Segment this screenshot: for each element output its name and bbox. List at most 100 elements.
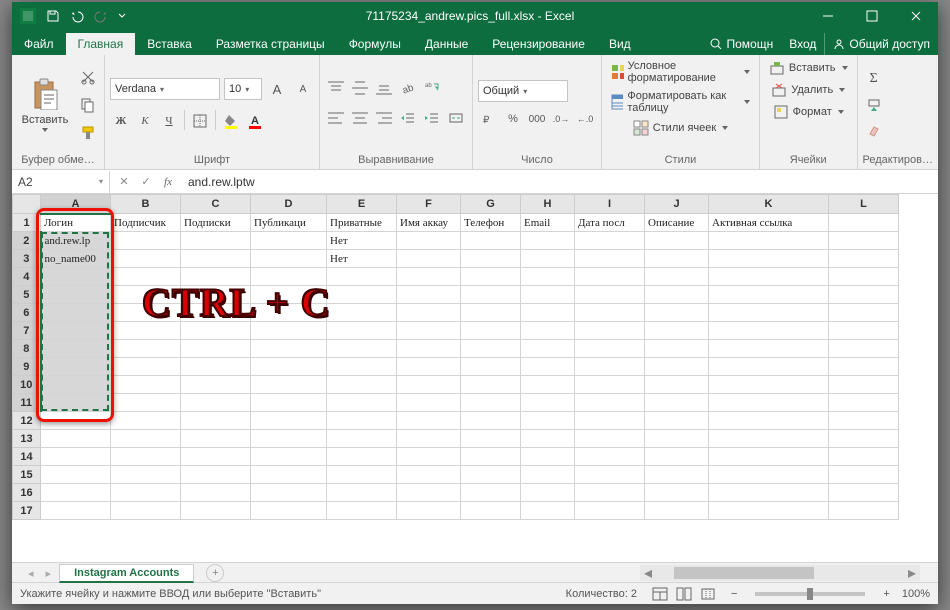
cell[interactable] bbox=[111, 502, 181, 520]
cell[interactable] bbox=[251, 448, 327, 466]
col-header-I[interactable]: I bbox=[575, 195, 645, 214]
cell[interactable] bbox=[397, 412, 461, 430]
cell[interactable] bbox=[327, 430, 397, 448]
cell[interactable] bbox=[521, 340, 575, 358]
minimize-button[interactable] bbox=[806, 2, 850, 30]
row-header-7[interactable]: 7 bbox=[13, 322, 41, 340]
sheet-nav-prev[interactable]: ◂ bbox=[24, 567, 38, 580]
cell[interactable]: Активная ссылка bbox=[709, 214, 829, 232]
cell[interactable] bbox=[327, 502, 397, 520]
cell[interactable] bbox=[575, 466, 645, 484]
cell[interactable] bbox=[645, 394, 709, 412]
cell[interactable]: Дата посл bbox=[575, 214, 645, 232]
cell[interactable] bbox=[829, 340, 899, 358]
cell[interactable] bbox=[461, 394, 521, 412]
cell[interactable] bbox=[111, 484, 181, 502]
col-header-E[interactable]: E bbox=[327, 195, 397, 214]
cell[interactable] bbox=[111, 286, 181, 304]
increase-decimal-icon[interactable]: .0→ bbox=[550, 108, 572, 130]
tell-me[interactable]: Помощн bbox=[702, 33, 781, 55]
cell[interactable] bbox=[521, 286, 575, 304]
cell[interactable]: Телефон bbox=[461, 214, 521, 232]
cell-styles-button[interactable]: Стили ячеек bbox=[629, 118, 732, 138]
percent-icon[interactable]: % bbox=[502, 108, 524, 130]
tab-pagelayout[interactable]: Разметка страницы bbox=[204, 33, 337, 55]
cell[interactable] bbox=[709, 322, 829, 340]
row-header-3[interactable]: 3 bbox=[13, 250, 41, 268]
hscrollbar[interactable]: ◂ ▸ bbox=[640, 565, 920, 581]
cell[interactable] bbox=[181, 250, 251, 268]
row-header-5[interactable]: 5 bbox=[13, 286, 41, 304]
cell[interactable] bbox=[397, 268, 461, 286]
cell[interactable] bbox=[181, 394, 251, 412]
cell[interactable] bbox=[181, 340, 251, 358]
row-header-2[interactable]: 2 bbox=[13, 232, 41, 250]
tab-data[interactable]: Данные bbox=[413, 33, 480, 55]
cell[interactable] bbox=[709, 358, 829, 376]
cell[interactable] bbox=[111, 358, 181, 376]
align-right-icon[interactable] bbox=[373, 107, 395, 129]
currency-icon[interactable]: ₽ bbox=[478, 108, 500, 130]
cell[interactable] bbox=[709, 286, 829, 304]
row-header-11[interactable]: 11 bbox=[13, 394, 41, 412]
cell[interactable]: Нет bbox=[327, 232, 397, 250]
maximize-button[interactable] bbox=[850, 2, 894, 30]
zoom-in-button[interactable]: + bbox=[883, 588, 889, 600]
cell[interactable] bbox=[461, 304, 521, 322]
cell[interactable] bbox=[521, 448, 575, 466]
cut-icon[interactable] bbox=[77, 66, 99, 88]
cell[interactable] bbox=[251, 394, 327, 412]
col-header-D[interactable]: D bbox=[251, 195, 327, 214]
cell[interactable] bbox=[111, 268, 181, 286]
cell[interactable] bbox=[461, 232, 521, 250]
cell[interactable] bbox=[461, 484, 521, 502]
cell[interactable] bbox=[645, 448, 709, 466]
close-button[interactable] bbox=[894, 2, 938, 30]
cell[interactable] bbox=[829, 376, 899, 394]
cell[interactable] bbox=[645, 412, 709, 430]
cell[interactable] bbox=[181, 430, 251, 448]
cell[interactable] bbox=[251, 502, 327, 520]
cell[interactable] bbox=[181, 322, 251, 340]
merge-icon[interactable] bbox=[445, 107, 467, 129]
cell[interactable] bbox=[41, 376, 111, 394]
cell[interactable] bbox=[251, 304, 327, 322]
cell[interactable] bbox=[111, 412, 181, 430]
cell[interactable] bbox=[709, 250, 829, 268]
cell[interactable] bbox=[251, 250, 327, 268]
cell[interactable] bbox=[41, 322, 111, 340]
cell[interactable]: Email bbox=[521, 214, 575, 232]
cell[interactable] bbox=[575, 250, 645, 268]
zoom-level[interactable]: 100% bbox=[902, 588, 930, 600]
row-header-10[interactable]: 10 bbox=[13, 376, 41, 394]
cell[interactable] bbox=[709, 394, 829, 412]
tab-view[interactable]: Вид bbox=[597, 33, 643, 55]
cell[interactable]: Подписчик bbox=[111, 214, 181, 232]
cell[interactable] bbox=[461, 250, 521, 268]
align-bottom-icon[interactable] bbox=[373, 77, 395, 99]
cell[interactable] bbox=[575, 304, 645, 322]
cell[interactable] bbox=[829, 412, 899, 430]
increase-indent-icon[interactable] bbox=[421, 107, 443, 129]
cell[interactable] bbox=[251, 466, 327, 484]
cell[interactable] bbox=[251, 322, 327, 340]
align-middle-icon[interactable] bbox=[349, 77, 371, 99]
cell[interactable] bbox=[251, 268, 327, 286]
conditional-formatting-button[interactable]: Условное форматирование bbox=[607, 58, 754, 86]
cell[interactable] bbox=[181, 502, 251, 520]
font-color-icon[interactable]: A bbox=[244, 110, 266, 132]
row-header-6[interactable]: 6 bbox=[13, 304, 41, 322]
cell[interactable] bbox=[521, 358, 575, 376]
cell[interactable]: Публикаци bbox=[251, 214, 327, 232]
cell[interactable] bbox=[111, 466, 181, 484]
cell[interactable] bbox=[397, 322, 461, 340]
copy-icon[interactable] bbox=[77, 94, 99, 116]
cell[interactable] bbox=[327, 322, 397, 340]
row-header-16[interactable]: 16 bbox=[13, 484, 41, 502]
signin[interactable]: Вход bbox=[781, 33, 824, 55]
cell[interactable] bbox=[397, 376, 461, 394]
cell[interactable] bbox=[111, 394, 181, 412]
add-sheet-button[interactable]: + bbox=[206, 564, 224, 582]
cell[interactable] bbox=[461, 286, 521, 304]
cell[interactable] bbox=[41, 340, 111, 358]
